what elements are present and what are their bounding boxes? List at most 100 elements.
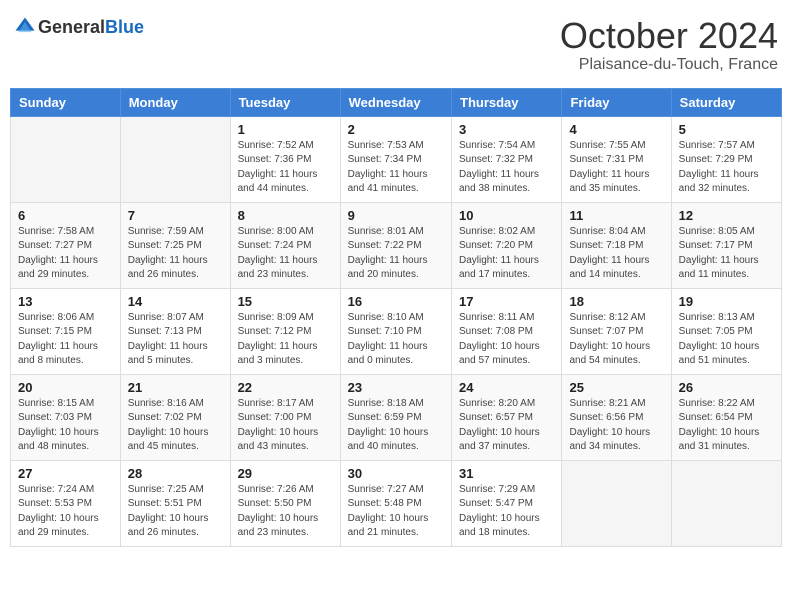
calendar-cell: 15Sunrise: 8:09 AM Sunset: 7:12 PM Dayli… xyxy=(230,288,340,374)
day-number: 27 xyxy=(18,466,113,481)
day-info: Sunrise: 8:05 AM Sunset: 7:17 PM Dayligh… xyxy=(679,225,774,283)
location-title: Plaisance-du-Touch, France xyxy=(560,56,778,74)
calendar-cell: 19 Sunrise: 8:13 AM Sunset: 7:05 PM Dayli… xyxy=(671,288,781,374)
calendar-cell: 16 Sunrise: 8:10 AM Sunset: 7:10 PM Dayli… xyxy=(340,288,451,374)
calendar-cell: 20Sunrise: 8:15 AM Sunset: 7:03 PM Dayli… xyxy=(11,374,121,460)
day-number: 21 xyxy=(128,380,223,395)
day-info: Sunrise: 8:00 AM Sunset: 7:24 PM Dayligh… xyxy=(238,225,333,283)
calendar-cell xyxy=(120,116,230,202)
calendar-cell: 4Sunrise: 7:55 AM Sunset: 7:31 PM Daylig… xyxy=(562,116,671,202)
calendar-cell: 14 Sunrise: 8:07 AM Sunset: 7:13 PM Dayli… xyxy=(120,288,230,374)
calendar-cell: 26 Sunrise: 8:22 AM Sunset: 6:54 PM Dayli… xyxy=(671,374,781,460)
day-number: 18 xyxy=(569,294,663,309)
day-number: 17 xyxy=(459,294,554,309)
title-block: October 2024 Plaisance-du-Touch, France xyxy=(560,16,778,74)
day-number: 31 xyxy=(459,466,554,481)
day-info: Sunrise: 8:04 AM Sunset: 7:18 PM Dayligh… xyxy=(569,225,663,283)
weekday-header-sunday: Sunday xyxy=(11,88,121,116)
day-info: Sunrise: 8:20 AM Sunset: 6:57 PM Dayligh… xyxy=(459,397,554,455)
day-number: 12 xyxy=(679,208,774,223)
day-number: 9 xyxy=(348,208,444,223)
day-number: 25 xyxy=(569,380,663,395)
weekday-header-monday: Monday xyxy=(120,88,230,116)
day-number: 29 xyxy=(238,466,333,481)
day-number: 3 xyxy=(459,122,554,137)
page-header: GeneralBlue October 2024 Plaisance-du-To… xyxy=(10,10,782,80)
calendar-week-row: 20Sunrise: 8:15 AM Sunset: 7:03 PM Dayli… xyxy=(11,374,782,460)
day-info: Sunrise: 7:26 AM Sunset: 5:50 PM Dayligh… xyxy=(238,483,333,541)
logo-text-blue: Blue xyxy=(105,17,144,37)
logo-text-general: General xyxy=(38,17,105,37)
day-number: 8 xyxy=(238,208,333,223)
calendar-cell: 6Sunrise: 7:58 AM Sunset: 7:27 PM Daylig… xyxy=(11,202,121,288)
calendar-cell: 18 Sunrise: 8:12 AM Sunset: 7:07 PM Dayli… xyxy=(562,288,671,374)
day-info: Sunrise: 8:11 AM Sunset: 7:08 PM Dayligh… xyxy=(459,311,554,369)
month-title: October 2024 xyxy=(560,16,778,56)
day-number: 14 xyxy=(128,294,223,309)
day-info: Sunrise: 7:53 AM Sunset: 7:34 PM Dayligh… xyxy=(348,139,444,197)
calendar-cell xyxy=(671,460,781,546)
calendar-cell: 7 Sunrise: 7:59 AM Sunset: 7:25 PM Daylig… xyxy=(120,202,230,288)
day-info: Sunrise: 7:57 AM Sunset: 7:29 PM Dayligh… xyxy=(679,139,774,197)
day-number: 16 xyxy=(348,294,444,309)
day-number: 26 xyxy=(679,380,774,395)
calendar-week-row: 1 Sunrise: 7:52 AM Sunset: 7:36 PM Daylig… xyxy=(11,116,782,202)
day-info: Sunrise: 8:17 AM Sunset: 7:00 PM Dayligh… xyxy=(238,397,333,455)
calendar-cell xyxy=(562,460,671,546)
calendar-cell: 13Sunrise: 8:06 AM Sunset: 7:15 PM Dayli… xyxy=(11,288,121,374)
day-info: Sunrise: 7:58 AM Sunset: 7:27 PM Dayligh… xyxy=(18,225,113,283)
calendar-week-row: 13Sunrise: 8:06 AM Sunset: 7:15 PM Dayli… xyxy=(11,288,782,374)
day-number: 5 xyxy=(679,122,774,137)
day-number: 20 xyxy=(18,380,113,395)
calendar-week-row: 6Sunrise: 7:58 AM Sunset: 7:27 PM Daylig… xyxy=(11,202,782,288)
calendar-cell: 10Sunrise: 8:02 AM Sunset: 7:20 PM Dayli… xyxy=(452,202,562,288)
day-info: Sunrise: 8:01 AM Sunset: 7:22 PM Dayligh… xyxy=(348,225,444,283)
day-info: Sunrise: 7:29 AM Sunset: 5:47 PM Dayligh… xyxy=(459,483,554,541)
weekday-header-friday: Friday xyxy=(562,88,671,116)
day-number: 7 xyxy=(128,208,223,223)
day-info: Sunrise: 8:18 AM Sunset: 6:59 PM Dayligh… xyxy=(348,397,444,455)
calendar-cell: 9 Sunrise: 8:01 AM Sunset: 7:22 PM Daylig… xyxy=(340,202,451,288)
day-info: Sunrise: 8:22 AM Sunset: 6:54 PM Dayligh… xyxy=(679,397,774,455)
calendar-cell: 22 Sunrise: 8:17 AM Sunset: 7:00 PM Dayli… xyxy=(230,374,340,460)
day-info: Sunrise: 8:10 AM Sunset: 7:10 PM Dayligh… xyxy=(348,311,444,369)
day-info: Sunrise: 7:24 AM Sunset: 5:53 PM Dayligh… xyxy=(18,483,113,541)
weekday-header-saturday: Saturday xyxy=(671,88,781,116)
calendar-week-row: 27 Sunrise: 7:24 AM Sunset: 5:53 PM Dayli… xyxy=(11,460,782,546)
day-number: 4 xyxy=(569,122,663,137)
day-info: Sunrise: 7:25 AM Sunset: 5:51 PM Dayligh… xyxy=(128,483,223,541)
weekday-header-wednesday: Wednesday xyxy=(340,88,451,116)
calendar-cell: 5 Sunrise: 7:57 AM Sunset: 7:29 PM Daylig… xyxy=(671,116,781,202)
calendar-cell: 8 Sunrise: 8:00 AM Sunset: 7:24 PM Daylig… xyxy=(230,202,340,288)
calendar-cell: 31 Sunrise: 7:29 AM Sunset: 5:47 PM Dayli… xyxy=(452,460,562,546)
calendar-cell: 28Sunrise: 7:25 AM Sunset: 5:51 PM Dayli… xyxy=(120,460,230,546)
logo-icon xyxy=(14,16,36,38)
day-info: Sunrise: 8:06 AM Sunset: 7:15 PM Dayligh… xyxy=(18,311,113,369)
day-info: Sunrise: 8:13 AM Sunset: 7:05 PM Dayligh… xyxy=(679,311,774,369)
weekday-header-thursday: Thursday xyxy=(452,88,562,116)
calendar-cell: 30Sunrise: 7:27 AM Sunset: 5:48 PM Dayli… xyxy=(340,460,451,546)
logo: GeneralBlue xyxy=(14,16,144,38)
day-info: Sunrise: 8:07 AM Sunset: 7:13 PM Dayligh… xyxy=(128,311,223,369)
calendar-cell: 29 Sunrise: 7:26 AM Sunset: 5:50 PM Dayli… xyxy=(230,460,340,546)
calendar-cell: 1 Sunrise: 7:52 AM Sunset: 7:36 PM Daylig… xyxy=(230,116,340,202)
day-info: Sunrise: 8:16 AM Sunset: 7:02 PM Dayligh… xyxy=(128,397,223,455)
calendar-cell: 25 Sunrise: 8:21 AM Sunset: 6:56 PM Dayli… xyxy=(562,374,671,460)
day-number: 11 xyxy=(569,208,663,223)
day-info: Sunrise: 8:12 AM Sunset: 7:07 PM Dayligh… xyxy=(569,311,663,369)
calendar-cell: 11 Sunrise: 8:04 AM Sunset: 7:18 PM Dayli… xyxy=(562,202,671,288)
day-number: 22 xyxy=(238,380,333,395)
calendar-cell xyxy=(11,116,121,202)
day-number: 19 xyxy=(679,294,774,309)
calendar-cell: 12 Sunrise: 8:05 AM Sunset: 7:17 PM Dayli… xyxy=(671,202,781,288)
day-number: 30 xyxy=(348,466,444,481)
calendar-cell: 23Sunrise: 8:18 AM Sunset: 6:59 PM Dayli… xyxy=(340,374,451,460)
weekday-header-tuesday: Tuesday xyxy=(230,88,340,116)
day-info: Sunrise: 7:59 AM Sunset: 7:25 PM Dayligh… xyxy=(128,225,223,283)
day-number: 24 xyxy=(459,380,554,395)
calendar-cell: 2Sunrise: 7:53 AM Sunset: 7:34 PM Daylig… xyxy=(340,116,451,202)
day-info: Sunrise: 7:52 AM Sunset: 7:36 PM Dayligh… xyxy=(238,139,333,197)
day-number: 1 xyxy=(238,122,333,137)
calendar-cell: 17 Sunrise: 8:11 AM Sunset: 7:08 PM Dayli… xyxy=(452,288,562,374)
day-info: Sunrise: 8:21 AM Sunset: 6:56 PM Dayligh… xyxy=(569,397,663,455)
